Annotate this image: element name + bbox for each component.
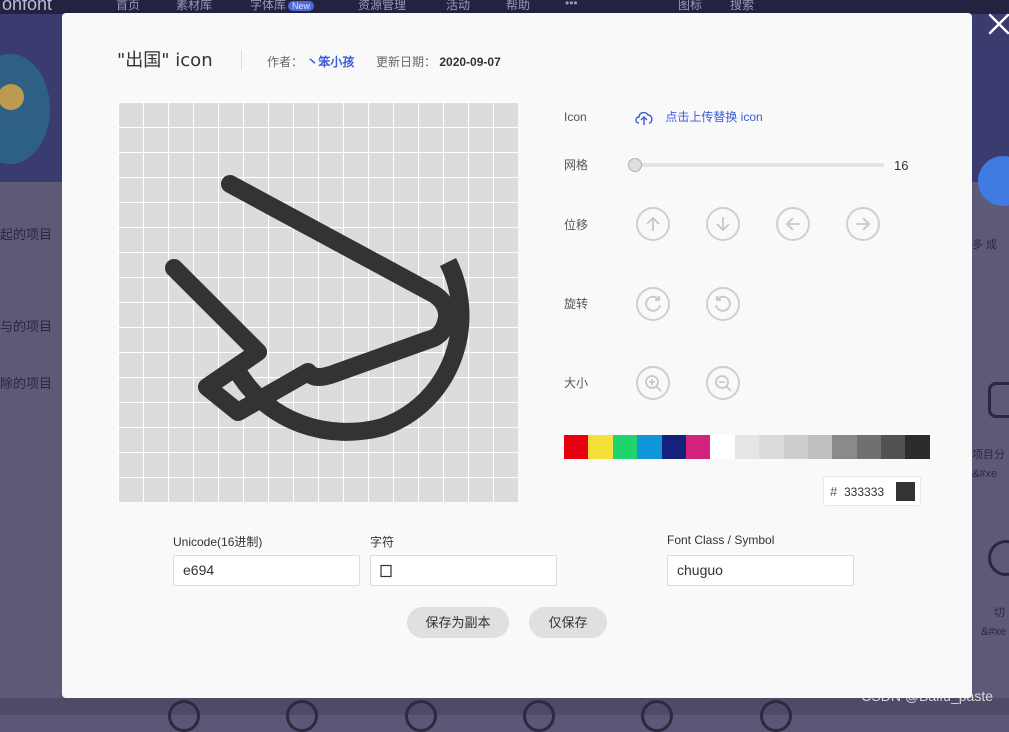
grid-slider-thumb[interactable]: [628, 158, 642, 172]
rotate-counterclockwise-icon[interactable]: [706, 287, 740, 321]
color-swatch[interactable]: [734, 435, 760, 459]
unicode-field[interactable]: e694: [173, 555, 360, 586]
move-label: 位移: [564, 218, 589, 232]
char-field[interactable]: [370, 555, 557, 586]
arrow-left-icon[interactable]: [776, 207, 810, 241]
color-swatch[interactable]: [807, 435, 833, 459]
background-nav-item: 首页: [116, 0, 141, 12]
zoom-out-icon[interactable]: [706, 366, 740, 400]
background-nav-item: 搜索: [730, 0, 755, 12]
background-right-text: 切: [994, 607, 1005, 619]
current-color-chip[interactable]: [896, 482, 915, 501]
background-nav-item: 活动: [446, 0, 471, 12]
background-nav-item: 字体库: [250, 0, 314, 13]
color-hex-field[interactable]: # 333333: [823, 476, 921, 506]
author-label: 作者：: [267, 55, 304, 69]
char-label: 字符: [370, 535, 395, 549]
upload-label: 点击上传替换 icon: [665, 110, 763, 124]
background-right-text: 多 成: [972, 239, 998, 251]
rotate-clockwise-icon[interactable]: [636, 287, 670, 321]
background-project-icon: [988, 382, 1009, 418]
arrow-right-icon[interactable]: [846, 207, 880, 241]
background-sidebar-item: 起的项目: [0, 227, 53, 242]
background-right-text: 项目分: [972, 449, 1005, 461]
save-as-copy-button[interactable]: 保存为副本: [407, 607, 509, 638]
icon-label: Icon: [564, 110, 587, 124]
title-divider: [241, 50, 242, 70]
grid-label: 网格: [564, 158, 589, 172]
size-label: 大小: [564, 376, 589, 390]
font-class-label: Font Class / Symbol: [667, 533, 775, 547]
grid-slider-value: 16: [894, 158, 909, 173]
color-swatch[interactable]: [661, 435, 686, 459]
close-icon[interactable]: [985, 12, 1009, 40]
background-nav-item: •••: [565, 0, 578, 10]
color-swatch[interactable]: [905, 435, 930, 459]
background-mascot-image: [0, 54, 50, 164]
font-class-field[interactable]: chuguo: [667, 555, 854, 586]
cloud-upload-icon: [635, 111, 653, 125]
save-only-button[interactable]: 仅保存: [529, 607, 607, 638]
missing-glyph-box-icon: [380, 565, 392, 578]
color-swatch[interactable]: [832, 435, 857, 459]
color-swatch[interactable]: [783, 435, 808, 459]
arrow-up-icon[interactable]: [636, 207, 670, 241]
author-link[interactable]: 丶笨小孩: [306, 55, 354, 69]
color-swatch[interactable]: [564, 435, 589, 459]
background-nav-item: 帮助: [506, 0, 531, 12]
color-swatch[interactable]: [759, 435, 784, 459]
color-palette: [564, 435, 930, 459]
hash-symbol: #: [830, 484, 838, 499]
author-info: 作者： 丶笨小孩: [267, 53, 354, 70]
background-right-text: &#xe: [972, 468, 998, 480]
arrow-down-icon[interactable]: [706, 207, 740, 241]
color-swatch[interactable]: [710, 435, 735, 459]
background-logo: onfont: [2, 0, 53, 14]
color-hex-value[interactable]: 333333: [844, 485, 884, 499]
date-label: 更新日期：: [376, 55, 437, 69]
background-nav-item: 图标: [678, 0, 703, 12]
color-swatch[interactable]: [612, 435, 638, 459]
background-sidebar-item: 与的项目: [0, 319, 53, 334]
background-top-nav: onfont 首页 素材库 字体库 资源管理 活动 帮助 ••• 图标 搜索: [0, 0, 1009, 14]
update-date: 2020-09-07: [439, 55, 501, 69]
unicode-label: Unicode(16进制): [173, 535, 263, 549]
background-bottom-icon-row: [0, 698, 1009, 732]
rotate-label: 旋转: [564, 297, 589, 311]
background-sidebar-item: 除的项目: [0, 376, 53, 391]
color-swatch[interactable]: [856, 435, 882, 459]
grid-slider-track[interactable]: [634, 163, 884, 167]
update-date-info: 更新日期： 2020-09-07: [376, 53, 501, 70]
icon-grid-canvas[interactable]: [118, 102, 518, 502]
background-nav-item: 资源管理: [358, 0, 407, 12]
background-right-text: &#xe: [981, 626, 1007, 638]
upload-replace-button[interactable]: 点击上传替换 icon: [634, 108, 763, 126]
color-swatch[interactable]: [685, 435, 711, 459]
zoom-in-icon[interactable]: [636, 366, 670, 400]
color-swatch[interactable]: [881, 435, 906, 459]
dialog-title: "出国" icon: [117, 50, 213, 71]
icon-edit-dialog: "出国" icon 作者： 丶笨小孩 更新日期： 2020-09-07 Icon…: [62, 13, 972, 698]
airplane-departure-icon: [165, 175, 470, 441]
background-nav-item: 素材库: [176, 0, 213, 12]
color-swatch[interactable]: [588, 435, 613, 459]
color-swatch[interactable]: [637, 435, 662, 459]
